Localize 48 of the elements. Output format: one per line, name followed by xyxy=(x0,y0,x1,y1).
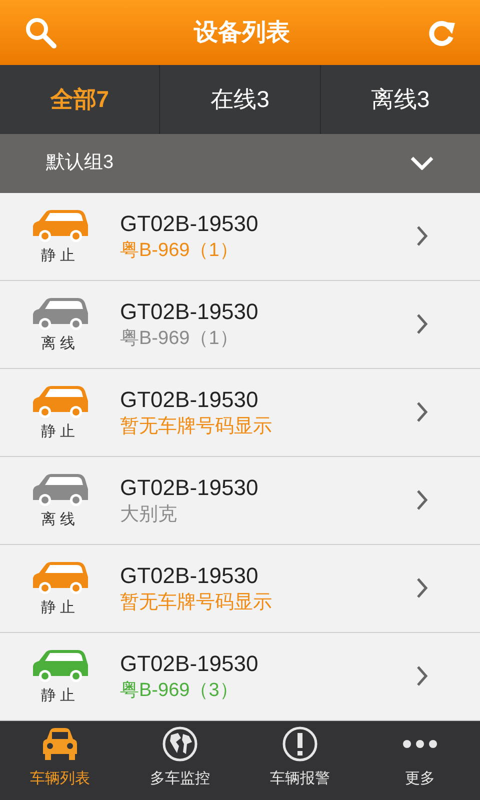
plate-label: 暂无车牌号码显示 xyxy=(120,414,273,439)
status-label: 静止 xyxy=(41,686,79,706)
device-name: GT02B-19530 xyxy=(120,210,260,238)
plate-label: 粤B-969（3） xyxy=(120,678,240,703)
device-name: GT02B-19530 xyxy=(120,298,260,326)
status-label: 静止 xyxy=(41,598,79,618)
device-row[interactable]: 静止 GT02B-19530 粤B-969（1） xyxy=(0,192,480,281)
chevron-right-icon xyxy=(416,665,428,688)
nav-tab[interactable]: 车辆列表 xyxy=(0,720,120,800)
nav-tab[interactable]: 多车监控 xyxy=(120,720,240,800)
device-row[interactable]: 离线 GT02B-19530 粤B-969（1） xyxy=(0,280,480,369)
device-name: GT02B-19530 xyxy=(120,562,260,590)
nav-label: 车辆报警 xyxy=(270,768,330,788)
plate-label: 暂无车牌号码显示 xyxy=(120,590,273,615)
status-label: 离线 xyxy=(41,510,79,530)
status-label: 静止 xyxy=(41,422,79,442)
device-row[interactable]: 静止 GT02B-19530 暂无车牌号码显示 xyxy=(0,368,480,457)
plate-label: 大别克 xyxy=(120,502,178,527)
plate-label: 粤B-969（1） xyxy=(120,326,240,351)
nav-tab[interactable]: 车辆报警 xyxy=(240,720,360,800)
device-row[interactable]: 离线 GT02B-19530 大别克 xyxy=(0,456,480,545)
more-icon xyxy=(402,738,438,750)
device-name: GT02B-19530 xyxy=(120,650,260,678)
chevron-right-icon xyxy=(416,225,428,248)
device-name: GT02B-19530 xyxy=(120,386,260,414)
filter-tab[interactable]: 全部7 xyxy=(0,65,160,134)
device-row[interactable]: 静止 GT02B-19530 暂无车牌号码显示 xyxy=(0,544,480,633)
device-name: GT02B-19530 xyxy=(120,474,260,502)
nav-label: 更多 xyxy=(405,768,435,788)
chevron-right-icon xyxy=(416,401,428,424)
status-label: 静止 xyxy=(41,246,79,266)
status-label: 离线 xyxy=(41,334,79,354)
chevron-right-icon xyxy=(416,313,428,336)
chevron-down-icon[interactable] xyxy=(410,156,434,170)
screen-title: 设备列表 xyxy=(194,18,290,48)
chevron-right-icon xyxy=(416,489,428,512)
group-header[interactable]: 默认组3 xyxy=(0,134,480,193)
globe-icon xyxy=(162,726,198,762)
alert-icon xyxy=(282,726,318,762)
search-icon[interactable] xyxy=(24,16,58,50)
car-icon xyxy=(42,726,78,760)
chevron-right-icon xyxy=(416,577,428,600)
nav-label: 多车监控 xyxy=(150,768,210,788)
nav-tab[interactable]: 更多 xyxy=(360,720,480,800)
plate-label: 粤B-969（1） xyxy=(120,238,240,263)
device-row[interactable]: 静止 GT02B-19530 粤B-969（3） xyxy=(0,632,480,721)
nav-label: 车辆列表 xyxy=(30,768,90,788)
group-label: 默认组3 xyxy=(46,150,114,175)
